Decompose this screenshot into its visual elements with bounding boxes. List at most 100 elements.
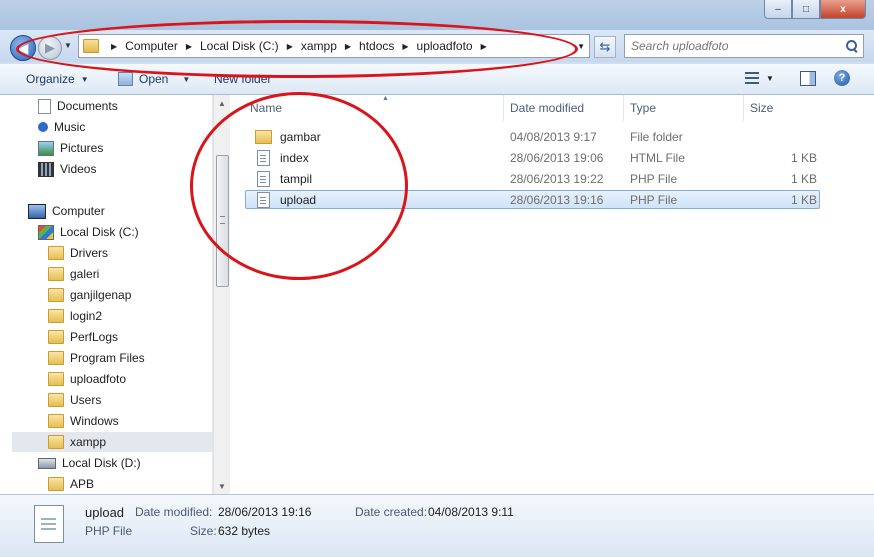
open-button[interactable]: Open ▼: [118, 72, 190, 86]
file-row[interactable]: tampil 28/06/2013 19:22 PHP File 1 KB: [245, 169, 820, 189]
sidebar-item-label: xampp: [70, 435, 107, 449]
chevron-right-icon[interactable]: ▶: [287, 42, 293, 51]
column-header-label: Date modified: [510, 101, 585, 115]
column-header-type[interactable]: Type: [622, 95, 744, 121]
refresh-button[interactable]: ⇆: [594, 36, 616, 58]
sidebar-item-pictures[interactable]: Pictures: [38, 138, 103, 158]
file-date: 04/08/2013 9:17: [510, 130, 597, 144]
address-bar[interactable]: ▶ Computer ▶ Local Disk (C:) ▶ xampp ▶ htdoc…: [78, 34, 590, 58]
sidebar-item-uploadfoto[interactable]: uploadfoto: [48, 369, 126, 389]
sidebar-item-galeri[interactable]: galeri: [48, 264, 99, 284]
sidebar-item-label: Documents: [57, 99, 118, 113]
file-row[interactable]: gambar 04/08/2013 9:17 File folder: [245, 127, 820, 147]
details-file-name: upload: [85, 505, 125, 520]
music-icon: [38, 122, 48, 132]
help-icon[interactable]: ?: [834, 70, 850, 86]
sidebar-item-label: Music: [54, 120, 86, 134]
sort-ascending-icon: ▲: [382, 95, 389, 102]
preview-pane-icon[interactable]: [800, 71, 816, 86]
sidebar-item-documents[interactable]: Documents: [38, 96, 118, 116]
sidebar-item-apb[interactable]: APB: [48, 474, 94, 494]
back-button[interactable]: ◀: [10, 35, 36, 61]
sidebar-item-perflogs[interactable]: PerfLogs: [48, 327, 118, 347]
navigation-pane-scrollbar[interactable]: ▲ ▼: [213, 95, 230, 494]
sidebar-item-music[interactable]: Music: [38, 117, 85, 137]
chevron-right-icon[interactable]: ▶: [186, 42, 192, 51]
forward-button[interactable]: ▶: [38, 36, 62, 60]
details-size-value: 632 bytes: [218, 524, 271, 538]
maximize-button[interactable]: □: [792, 0, 820, 19]
chevron-right-icon[interactable]: ▶: [111, 42, 117, 51]
recent-pages-dropdown[interactable]: ▼: [64, 41, 72, 50]
column-header-label: Type: [630, 101, 657, 115]
sidebar-item-label: login2: [70, 309, 103, 323]
chevron-down-icon[interactable]: ▼: [182, 75, 190, 84]
folder-icon: [48, 414, 64, 428]
breadcrumb-uploadfoto[interactable]: ▶ uploadfoto ▶: [394, 39, 494, 53]
sidebar-item-windows[interactable]: Windows: [48, 411, 119, 431]
sidebar-item-label: Local Disk (C:): [60, 225, 139, 239]
folder-icon: [48, 372, 64, 386]
file-date: 28/06/2013 19:22: [510, 172, 604, 186]
details-date-created-value: 04/08/2013 9:11: [428, 505, 514, 519]
search-box[interactable]: [624, 34, 864, 58]
change-view-icon[interactable]: [745, 72, 759, 84]
chevron-right-icon[interactable]: ▶: [345, 42, 351, 51]
folder-icon: [48, 393, 64, 407]
file-row[interactable]: index 28/06/2013 19:06 HTML File 1 KB: [245, 148, 820, 168]
sidebar-item-drivers[interactable]: Drivers: [48, 243, 108, 263]
sidebar-item-label: ganjilgenap: [70, 288, 132, 302]
file-name-cell: tampil: [255, 171, 312, 187]
column-header-label: Size: [750, 101, 774, 115]
organize-button[interactable]: Organize ▼: [26, 72, 89, 86]
sidebar-item-computer[interactable]: Computer: [28, 201, 105, 221]
details-date-created-label: Date created:: [355, 505, 428, 519]
sidebar-item-label: uploadfoto: [70, 372, 127, 386]
folder-icon: [48, 330, 64, 344]
chevron-right-icon[interactable]: ▶: [481, 42, 487, 51]
window-controls: – □ x: [764, 0, 866, 19]
sidebar-item-program-files[interactable]: Program Files: [48, 348, 145, 368]
file-type: PHP File: [630, 192, 678, 207]
file-name-cell: gambar: [255, 130, 321, 144]
breadcrumb-htdocs[interactable]: ▶ htdocs: [337, 39, 395, 53]
sidebar-item-label: Drivers: [70, 246, 108, 260]
scrollbar-thumb[interactable]: [216, 155, 229, 287]
search-input[interactable]: [625, 38, 845, 54]
navigation-bar: ◀ ▶ ▼ ▶ Computer ▶ Local Disk (C:) ▶ xampp …: [0, 30, 874, 62]
new-folder-button[interactable]: New folder: [214, 72, 271, 86]
file-row-selected[interactable]: upload 28/06/2013 19:16 PHP File 1 KB: [245, 190, 820, 209]
column-header-date-modified[interactable]: Date modified: [502, 95, 624, 121]
sidebar-item-ganjilgenap[interactable]: ganjilgenap: [48, 285, 131, 305]
file-size: 1 KB: [790, 151, 817, 165]
documents-icon: [38, 98, 51, 114]
file-size: 1 KB: [790, 192, 817, 207]
sidebar-item-login2[interactable]: login2: [48, 306, 102, 326]
column-header-size[interactable]: Size: [742, 95, 822, 121]
computer-icon: [28, 203, 46, 219]
sidebar-item-local-disk-d[interactable]: Local Disk (D:): [38, 453, 141, 473]
close-button[interactable]: x: [820, 0, 866, 19]
details-date-modified-label: Date modified:: [135, 505, 213, 519]
chevron-right-icon[interactable]: ▶: [402, 42, 408, 51]
breadcrumb-xampp[interactable]: ▶ xampp: [279, 39, 337, 53]
sidebar-item-users[interactable]: Users: [48, 390, 101, 410]
sidebar-item-videos[interactable]: Videos: [38, 159, 96, 179]
folder-icon: [48, 267, 64, 281]
column-header-name[interactable]: Name ▲: [242, 95, 504, 121]
chevron-down-icon[interactable]: ▼: [766, 74, 774, 83]
scroll-down-icon[interactable]: ▼: [214, 478, 230, 494]
scroll-up-icon[interactable]: ▲: [214, 95, 230, 111]
folder-icon: [48, 288, 64, 302]
folder-icon: [255, 130, 272, 144]
sidebar-item-xampp[interactable]: xampp: [12, 432, 212, 452]
address-dropdown-icon[interactable]: ▼: [577, 42, 585, 51]
search-icon[interactable]: [845, 39, 859, 53]
breadcrumb-computer[interactable]: ▶ Computer: [103, 39, 178, 53]
minimize-button[interactable]: –: [764, 0, 792, 19]
drive-icon: [38, 457, 56, 469]
file-name: upload: [280, 192, 317, 207]
folder-icon: [48, 309, 64, 323]
sidebar-item-local-disk-c[interactable]: Local Disk (C:): [38, 222, 139, 242]
breadcrumb-local-disk-c[interactable]: ▶ Local Disk (C:): [178, 39, 279, 53]
